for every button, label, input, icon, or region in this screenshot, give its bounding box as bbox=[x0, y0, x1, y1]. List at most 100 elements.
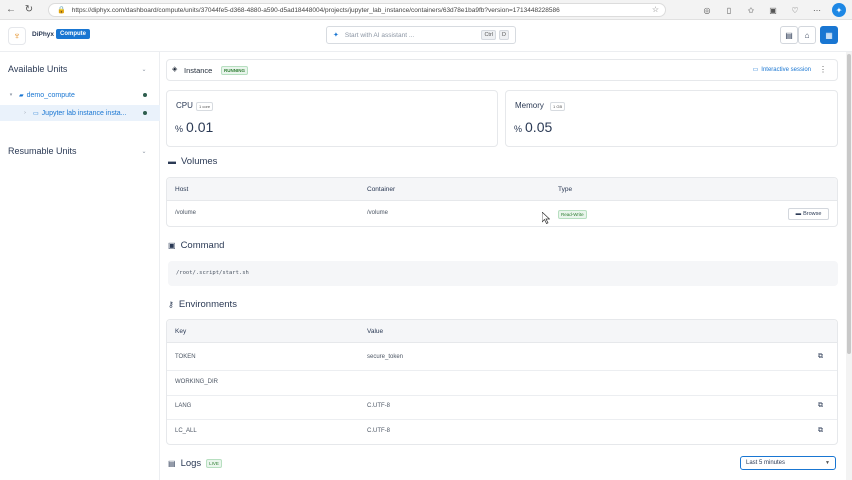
logs-heading: ▤ Logs LIVE bbox=[168, 458, 222, 469]
row-divider bbox=[167, 395, 837, 396]
column-container: Container bbox=[367, 186, 396, 193]
extension-icon[interactable]: ◎ bbox=[700, 3, 714, 17]
container-icon: ▭ bbox=[33, 110, 39, 117]
resumable-units-title: Resumable Units bbox=[8, 146, 77, 156]
more-icon[interactable]: ⋯ bbox=[810, 3, 824, 17]
favorites-icon[interactable]: ✩ bbox=[744, 3, 758, 17]
volumes-table: Host Container Type /volume /volume Read… bbox=[166, 177, 838, 227]
folder-open-icon: ▬ bbox=[168, 157, 176, 166]
sparkle-icon: ✦ bbox=[333, 32, 339, 39]
copy-icon[interactable]: ⧉ bbox=[818, 353, 823, 361]
diphyx-logo-icon[interactable]: ♆ bbox=[8, 27, 26, 45]
folder-icon: ▬ bbox=[795, 211, 802, 217]
volume-container: /volume bbox=[367, 210, 389, 216]
command-box: /root/.script/start.sh bbox=[168, 261, 838, 286]
status-badge: RUNNING bbox=[221, 66, 248, 75]
resumable-units-toggle[interactable]: ⌄ bbox=[137, 145, 151, 157]
instance-title: Instance bbox=[184, 66, 213, 75]
collections-icon[interactable]: ▣ bbox=[766, 3, 780, 17]
available-units-toggle[interactable]: ⌄ bbox=[137, 63, 151, 75]
cpu-value: % 0.01 bbox=[175, 119, 213, 135]
copy-icon[interactable]: ⧉ bbox=[818, 427, 823, 435]
cpu-card: CPU 1 core % 0.01 bbox=[166, 90, 498, 147]
folder-button[interactable]: ▤ bbox=[780, 26, 798, 44]
memory-size-badge: 1 GB bbox=[550, 102, 566, 111]
sidebar-item-label: Jupyter lab instance insta... bbox=[41, 109, 127, 117]
percent-unit: % bbox=[175, 124, 184, 134]
browser-essentials-icon[interactable]: ♡ bbox=[788, 3, 802, 17]
database-icon: ▰ bbox=[19, 92, 24, 99]
percent-unit: % bbox=[514, 124, 523, 134]
memory-card: Memory 1 GB % 0.05 bbox=[505, 90, 838, 147]
env-value: secure_token bbox=[367, 354, 404, 360]
split-screen-icon[interactable]: ▯ bbox=[722, 3, 736, 17]
document-icon: ▤ bbox=[168, 459, 176, 468]
command-title: Command bbox=[180, 240, 225, 251]
layers-icon: ◈ bbox=[172, 66, 178, 73]
address-bar[interactable]: 🔒 https://diphyx.com/dashboard/compute/u… bbox=[48, 3, 666, 17]
environments-table-header: Key Value bbox=[167, 320, 837, 343]
back-icon[interactable]: ← bbox=[4, 3, 18, 17]
copilot-icon[interactable]: ✦ bbox=[832, 3, 846, 17]
command-text: /root/.script/start.sh bbox=[176, 270, 249, 276]
live-badge: LIVE bbox=[206, 459, 222, 468]
instance-card: ◈ Instance RUNNING ▭ Interactive session… bbox=[166, 59, 838, 81]
row-divider bbox=[167, 419, 837, 420]
refresh-icon[interactable]: ↻ bbox=[22, 3, 36, 17]
memory-value-number: 0.05 bbox=[525, 119, 553, 135]
volumes-heading: ▬ Volumes bbox=[168, 156, 217, 167]
more-vert-icon[interactable]: ⋮ bbox=[819, 65, 827, 74]
available-units-title: Available Units bbox=[8, 64, 68, 74]
monitor-icon: ▭ bbox=[752, 67, 759, 73]
ai-assistant-search[interactable]: ✦ Start with AI assistant ... Ctrl D bbox=[326, 26, 516, 44]
logs-time-range-select[interactable]: Last 5 minutes ▼ bbox=[740, 456, 836, 470]
env-value: C.UTF-8 bbox=[367, 403, 390, 409]
logs-title: Logs bbox=[180, 458, 202, 469]
environments-heading: ⚷ Environments bbox=[168, 299, 237, 310]
cpu-label: CPU bbox=[176, 101, 193, 110]
bank-icon: ⌂ bbox=[804, 30, 810, 40]
cpu-value-number: 0.01 bbox=[186, 119, 214, 135]
stack-icon: ▦ bbox=[825, 30, 833, 40]
ai-search-placeholder: Start with AI assistant ... bbox=[344, 31, 415, 39]
memory-value: % 0.05 bbox=[514, 119, 552, 135]
interactive-session-label: Interactive session bbox=[761, 66, 811, 73]
terminal-icon: ▣ bbox=[168, 241, 176, 250]
caret-down-icon: ▾ bbox=[9, 92, 13, 98]
logs-range-value: Last 5 minutes bbox=[746, 460, 786, 466]
units-button[interactable]: ▦ bbox=[820, 26, 838, 44]
sidebar-item-demo-compute[interactable]: ▾ ▰ demo_compute bbox=[0, 87, 160, 103]
column-host: Host bbox=[175, 186, 189, 193]
scrollbar-thumb[interactable] bbox=[847, 54, 851, 354]
column-type: Type bbox=[558, 186, 573, 193]
volume-host: /volume bbox=[175, 210, 197, 216]
memory-label: Memory bbox=[515, 101, 544, 110]
sidebar: Available Units ⌄ ▾ ▰ demo_compute › ▭ J… bbox=[0, 52, 160, 480]
env-key: TOKEN bbox=[175, 354, 196, 360]
interactive-session-link[interactable]: ▭ Interactive session bbox=[752, 66, 811, 74]
status-dot bbox=[143, 93, 147, 97]
shortcut-key: D bbox=[499, 30, 509, 40]
page-scrollbar[interactable] bbox=[846, 52, 852, 480]
sidebar-item-jupyter[interactable]: › ▭ Jupyter lab instance insta... bbox=[0, 105, 160, 121]
bank-button[interactable]: ⌂ bbox=[798, 26, 816, 44]
copy-icon[interactable]: ⧉ bbox=[818, 402, 823, 410]
folder-icon: ▤ bbox=[785, 30, 793, 40]
url-text: https://diphyx.com/dashboard/compute/uni… bbox=[71, 6, 560, 14]
star-icon[interactable]: ☆ bbox=[652, 5, 659, 14]
command-heading: ▣ Command bbox=[168, 240, 224, 251]
env-key: LANG bbox=[175, 403, 192, 409]
chevron-down-icon: ⌄ bbox=[141, 66, 147, 73]
key-icon: ⚷ bbox=[168, 300, 174, 309]
volumes-table-header: Host Container Type bbox=[167, 178, 837, 201]
compute-badge: Compute bbox=[56, 29, 90, 39]
env-value: C.UTF-8 bbox=[367, 428, 390, 434]
row-divider bbox=[167, 370, 837, 371]
env-key: LC_ALL bbox=[175, 428, 197, 434]
column-value: Value bbox=[367, 328, 384, 335]
lock-icon: 🔒 bbox=[57, 7, 66, 14]
env-key: WORKING_DIR bbox=[175, 379, 219, 385]
cpu-cores-badge: 1 core bbox=[196, 102, 214, 111]
app-header: ♆ DiPhyx Compute ✦ Start with AI assista… bbox=[0, 20, 852, 52]
browse-button[interactable]: ▬ Browse bbox=[788, 208, 829, 220]
